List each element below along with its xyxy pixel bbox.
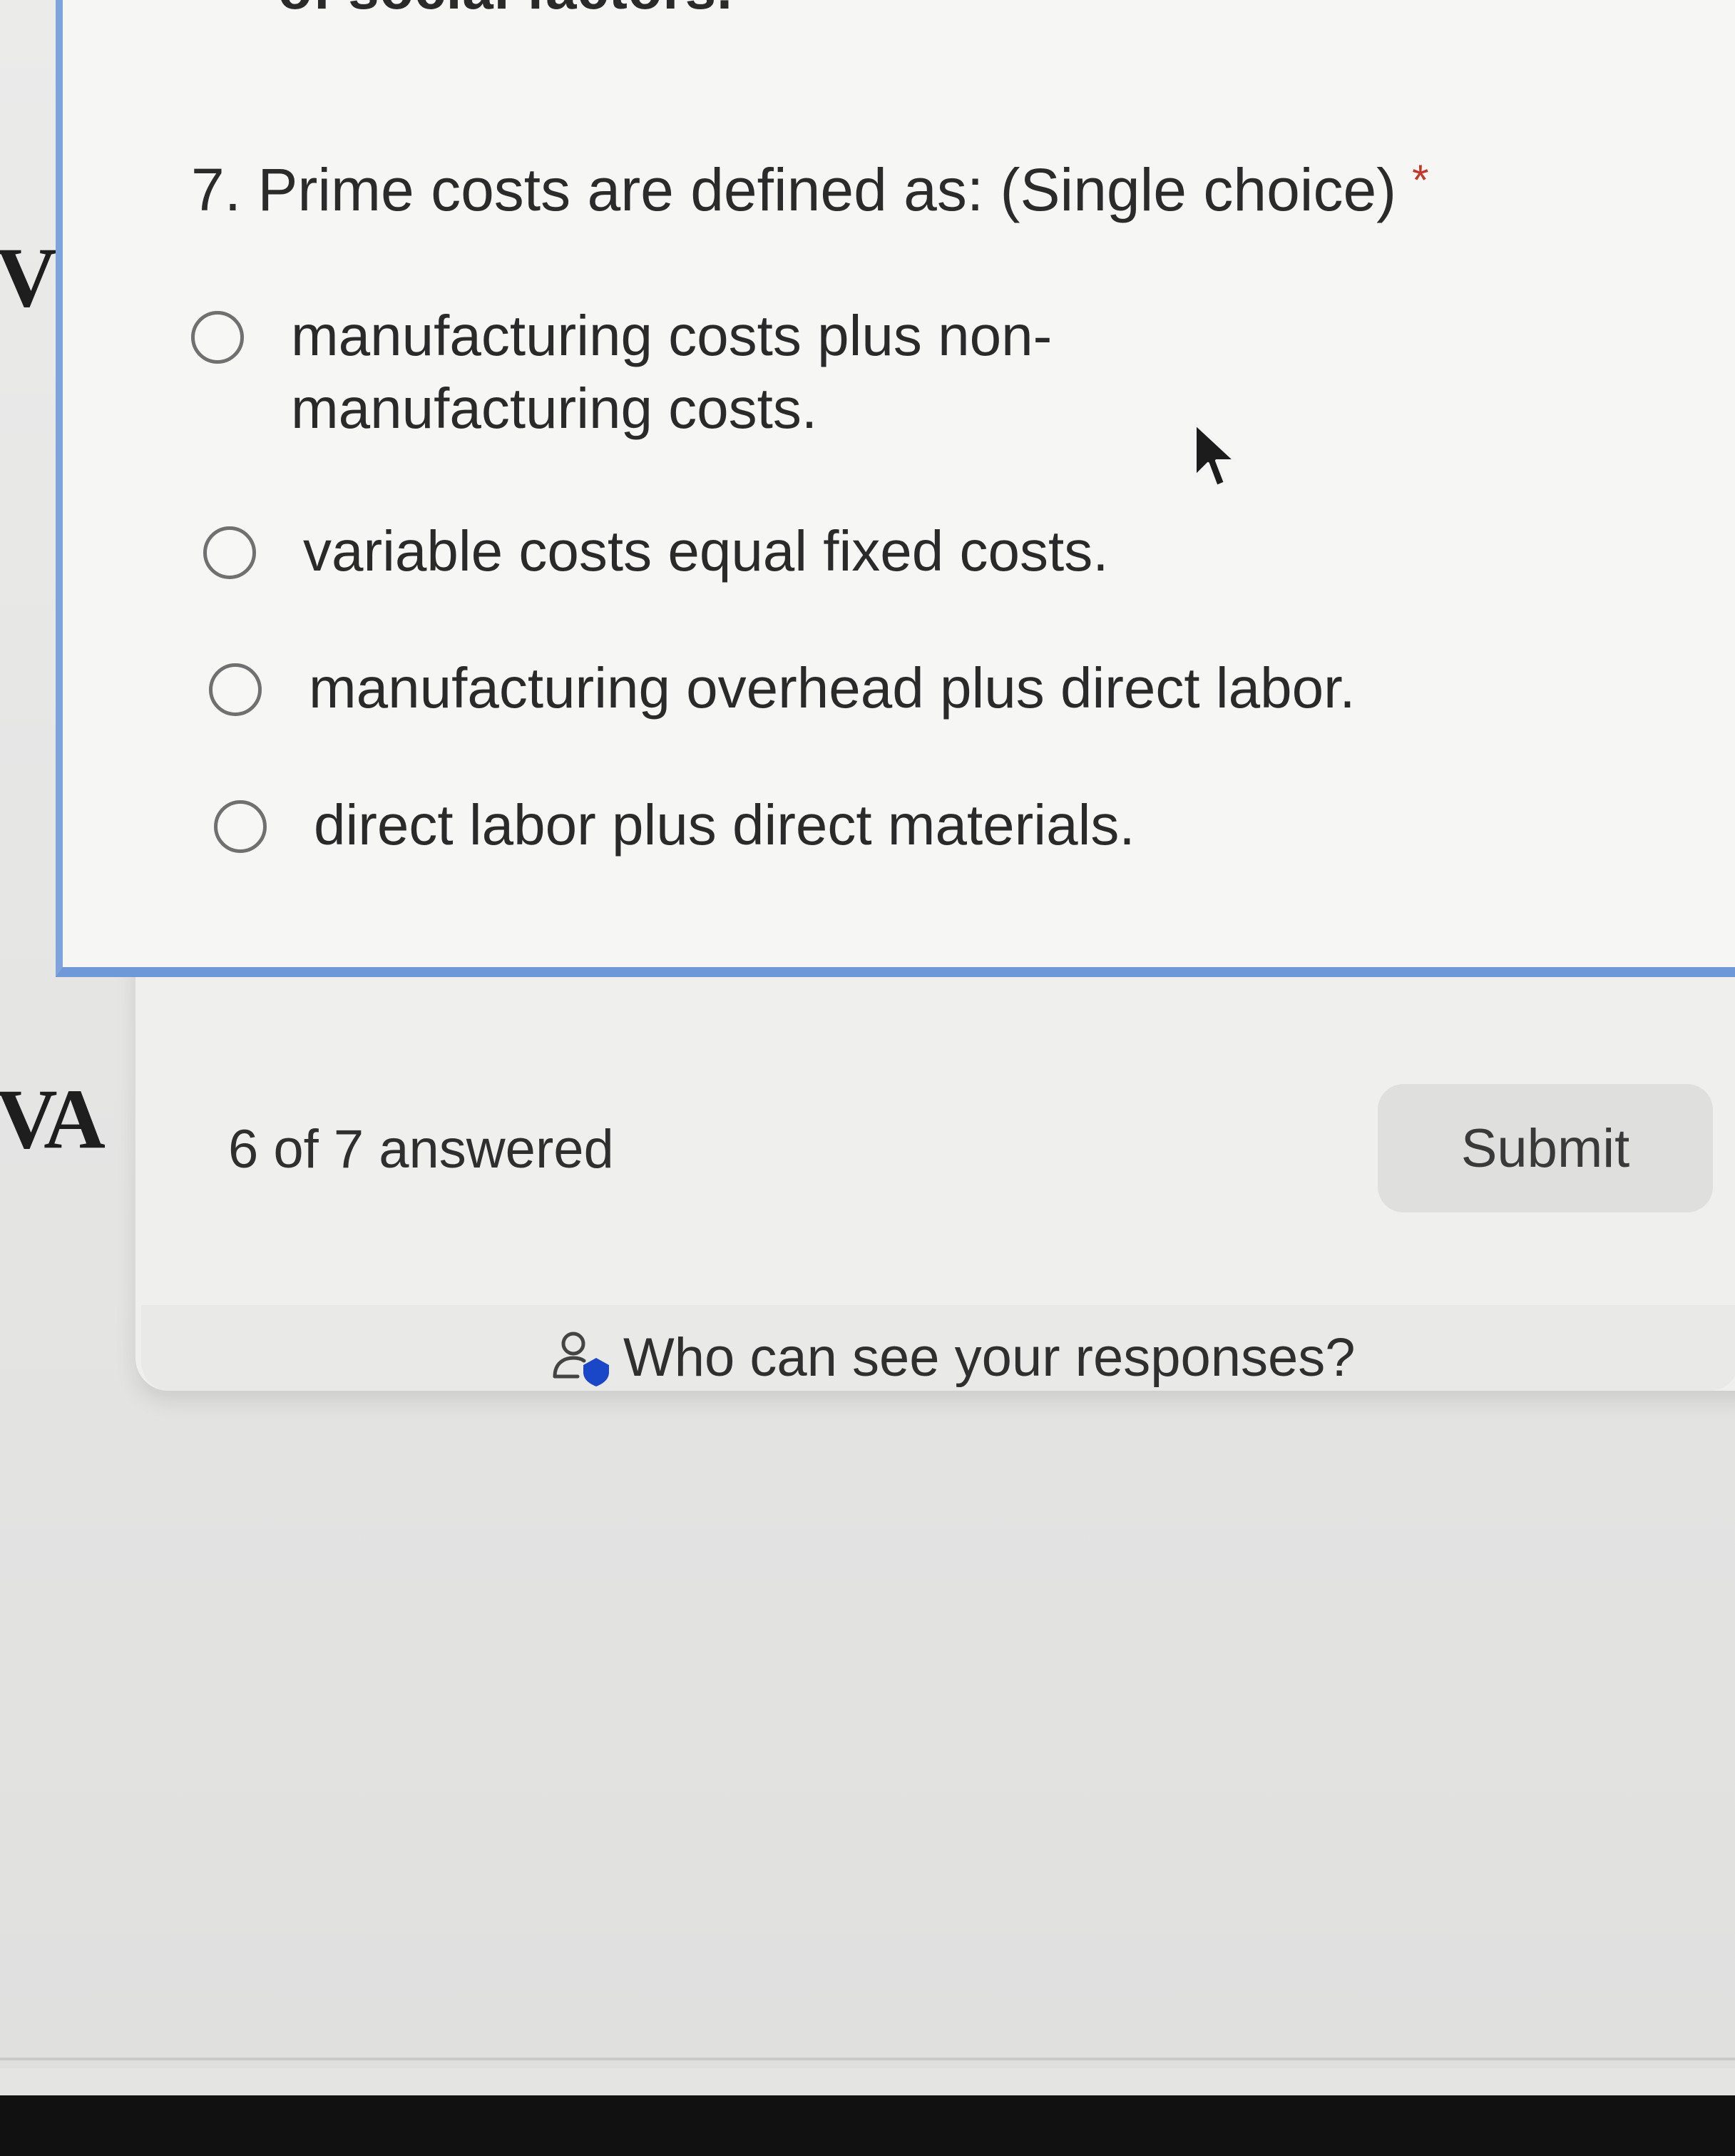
progress-status: 6 of 7 answered [228, 1119, 614, 1180]
option-label[interactable]: manufacturing overhead plus direct labor… [309, 652, 1356, 725]
mouse-pointer-icon [1194, 422, 1237, 488]
option-label[interactable]: variable costs equal fixed costs. [303, 515, 1108, 588]
submit-button[interactable]: Submit [1378, 1084, 1713, 1212]
privacy-link-text[interactable]: Who can see your responses? [623, 1327, 1356, 1389]
monitor-bezel [0, 2095, 1735, 2156]
person-shield-icon [553, 1332, 609, 1386]
background-text-top: V [0, 230, 58, 325]
screen-edge-line [0, 2058, 1735, 2060]
option-3[interactable]: manufacturing overhead plus direct labor… [209, 656, 1356, 725]
question-title: 7. Prime costs are defined as: (Single c… [191, 155, 1429, 225]
option-4[interactable]: direct labor plus direct materials. [214, 793, 1135, 862]
background-text-bottom: VA [0, 1071, 106, 1166]
option-label[interactable]: direct labor plus direct materials. [314, 789, 1135, 862]
required-marker: * [1412, 156, 1429, 204]
radio-button[interactable] [203, 526, 256, 579]
option-2[interactable]: variable costs equal fixed costs. [203, 519, 1108, 588]
option-1[interactable]: manufacturing costs plus non-manufacturi… [191, 304, 1218, 445]
question-text: 7. Prime costs are defined as: (Single c… [191, 156, 1397, 223]
radio-button[interactable] [209, 663, 262, 716]
radio-button[interactable] [191, 311, 244, 364]
previous-question-tail: of social factors. [278, 0, 733, 22]
privacy-link[interactable]: Who can see your responses? [549, 1327, 1356, 1389]
radio-button[interactable] [214, 800, 267, 853]
option-label[interactable]: manufacturing costs plus non-manufacturi… [291, 300, 1218, 445]
